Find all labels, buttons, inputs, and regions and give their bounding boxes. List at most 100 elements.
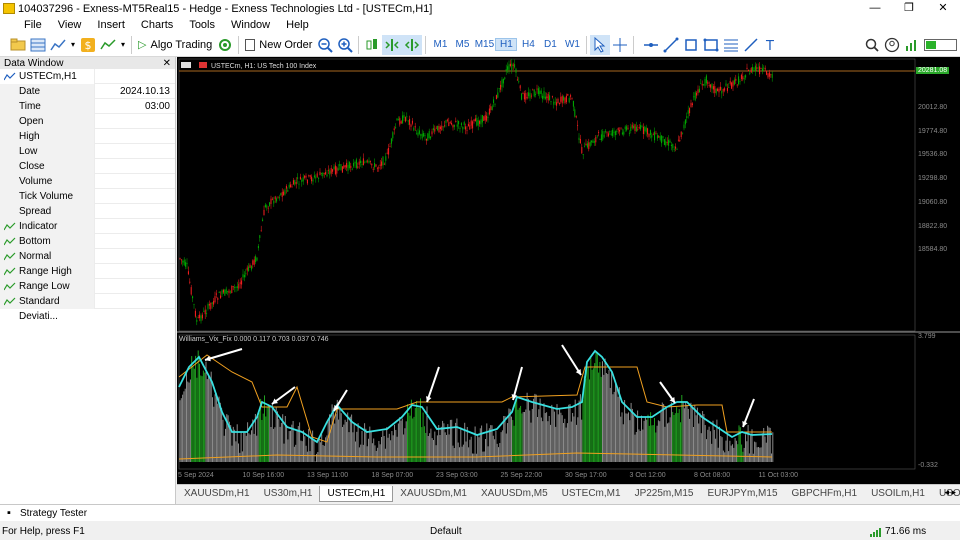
chart-svg[interactable] xyxy=(177,57,960,484)
timeframe-w1[interactable]: W1 xyxy=(561,39,583,50)
zoom-out-icon[interactable] xyxy=(315,35,335,55)
minimize-button[interactable]: — xyxy=(858,0,892,17)
candle-body xyxy=(196,320,198,322)
fibonacci-icon[interactable] xyxy=(721,35,741,55)
timeframe-h4[interactable]: H4 xyxy=(517,39,539,50)
close-button[interactable]: ✕ xyxy=(926,0,960,17)
chart-tab[interactable]: XAUUSDm,M1 xyxy=(393,486,474,502)
candle-body xyxy=(565,95,567,103)
cursor-icon[interactable] xyxy=(590,34,611,55)
connection-icon xyxy=(870,527,881,537)
chart-symbol-title: USTECm, H1: US Tech 100 Index xyxy=(211,63,317,70)
chart-tab[interactable]: GBPCHFm,H1 xyxy=(785,486,865,502)
candle-body xyxy=(479,121,481,124)
data-window-header: Data Window ✕ xyxy=(0,57,175,69)
account-icon[interactable] xyxy=(882,35,902,55)
candle-body xyxy=(561,95,563,104)
menu-file[interactable]: File xyxy=(0,19,50,31)
chart-tab[interactable]: JP225m,M15 xyxy=(628,486,701,502)
chart-area[interactable]: USTECm, H1: US Tech 100 Index Williams_V… xyxy=(177,57,960,484)
trendline-icon[interactable] xyxy=(661,35,681,55)
new-order-label: New Order xyxy=(259,38,313,51)
candle-body xyxy=(326,174,328,177)
candle-body xyxy=(689,108,691,114)
new-order-button[interactable]: New Order xyxy=(242,35,315,55)
candle-body xyxy=(572,100,574,107)
timeframe-m1[interactable]: M1 xyxy=(429,39,451,50)
candle-body xyxy=(400,121,402,124)
chart-tab[interactable]: USTECm,H1 xyxy=(319,485,394,502)
candle-body xyxy=(416,133,418,135)
indicators-icon[interactable] xyxy=(98,35,118,55)
close-icon[interactable]: ✕ xyxy=(163,58,171,69)
menu-window[interactable]: Window xyxy=(223,19,278,31)
strategy-tester-bar[interactable]: ▪ Strategy Tester xyxy=(0,504,960,521)
timeframe-m15[interactable]: M15 xyxy=(473,39,495,50)
timeframe-h1[interactable]: H1 xyxy=(495,38,518,51)
candle-body xyxy=(642,126,644,135)
market-watch-icon[interactable] xyxy=(28,35,48,55)
shapes-icon[interactable] xyxy=(701,35,721,55)
menu-charts[interactable]: Charts xyxy=(133,19,181,31)
menu-help[interactable]: Help xyxy=(278,19,317,31)
candle-body xyxy=(743,78,745,80)
candle-body xyxy=(283,191,285,196)
candle-body xyxy=(577,125,579,126)
time-axis-label: 13 Sep 11:00 xyxy=(307,472,349,479)
strategy-tester-label[interactable]: Strategy Tester xyxy=(20,508,87,519)
horizontal-line-icon[interactable] xyxy=(641,35,661,55)
chart-tab[interactable]: US30m,H1 xyxy=(257,486,320,502)
data-window-panel: Data Window ✕ USTECm,H1 Date 2024.10.13 Ti… xyxy=(0,57,176,504)
chevron-down-icon[interactable]: ▾ xyxy=(118,35,128,55)
signal-icon[interactable] xyxy=(902,35,922,55)
chart-type-icon[interactable] xyxy=(48,35,68,55)
time-axis-label: 30 Sep 17:00 xyxy=(565,472,607,479)
open-folder-icon[interactable] xyxy=(8,35,28,55)
candles-icon[interactable] xyxy=(362,35,382,55)
candle-body xyxy=(290,184,292,187)
candle-body xyxy=(242,274,244,278)
text-icon[interactable]: T xyxy=(761,35,781,55)
menu-insert[interactable]: Insert xyxy=(89,19,133,31)
candle-body xyxy=(729,80,731,84)
chart-tab[interactable]: XAUUSDm,M5 xyxy=(474,486,555,502)
candle-body xyxy=(728,87,730,89)
candle-body xyxy=(480,119,482,125)
data-window-row-label: Low xyxy=(0,143,95,159)
menu-view[interactable]: View xyxy=(50,19,90,31)
ray-icon[interactable] xyxy=(741,35,761,55)
candle-body xyxy=(476,118,478,126)
menu-tools[interactable]: Tools xyxy=(181,19,223,31)
timeframe-d1[interactable]: D1 xyxy=(539,39,561,50)
candle-body xyxy=(430,136,432,139)
candle-body xyxy=(749,73,751,74)
chevron-down-icon[interactable]: ▾ xyxy=(68,35,78,55)
crosshair-icon[interactable] xyxy=(610,35,630,55)
data-window-symbol: USTECm,H1 xyxy=(19,70,77,82)
data-window-row-value: 03:00 xyxy=(144,100,170,112)
chart-tabs: XAUUSDm,H1 US30m,H1 USTECm,H1 XAUUSDm,M1 XAU… xyxy=(177,484,960,502)
dollar-icon[interactable]: $ xyxy=(78,35,98,55)
search-icon[interactable] xyxy=(862,35,882,55)
algo-trading-button[interactable]: ▷ Algo Trading xyxy=(135,35,215,55)
tabs-scroll-icon[interactable]: ◂ ▸ xyxy=(944,487,956,498)
channel-icon[interactable] xyxy=(681,35,701,55)
chart-tab[interactable]: USTECm,M1 xyxy=(555,486,628,502)
candle-body xyxy=(668,139,670,146)
chart-shift-icon[interactable] xyxy=(402,34,423,55)
candle-body xyxy=(421,133,423,139)
candle-body xyxy=(560,96,562,102)
auto-scroll-icon[interactable] xyxy=(382,34,403,55)
chart-tab[interactable]: EURJPYm,M15 xyxy=(700,486,784,502)
candle-body xyxy=(481,115,483,123)
chart-tab[interactable]: XAUUSDm,H1 xyxy=(177,486,257,502)
candle-body xyxy=(641,126,643,128)
candle-body xyxy=(484,114,486,121)
settings-gear-icon[interactable] xyxy=(215,35,235,55)
timeframe-m5[interactable]: M5 xyxy=(451,39,473,50)
zoom-in-icon[interactable] xyxy=(335,35,355,55)
chart-tab[interactable]: USOILm,H1 xyxy=(864,486,932,502)
maximize-button[interactable]: ❐ xyxy=(892,0,926,17)
candle-body xyxy=(234,287,236,288)
candle-body xyxy=(214,296,216,303)
